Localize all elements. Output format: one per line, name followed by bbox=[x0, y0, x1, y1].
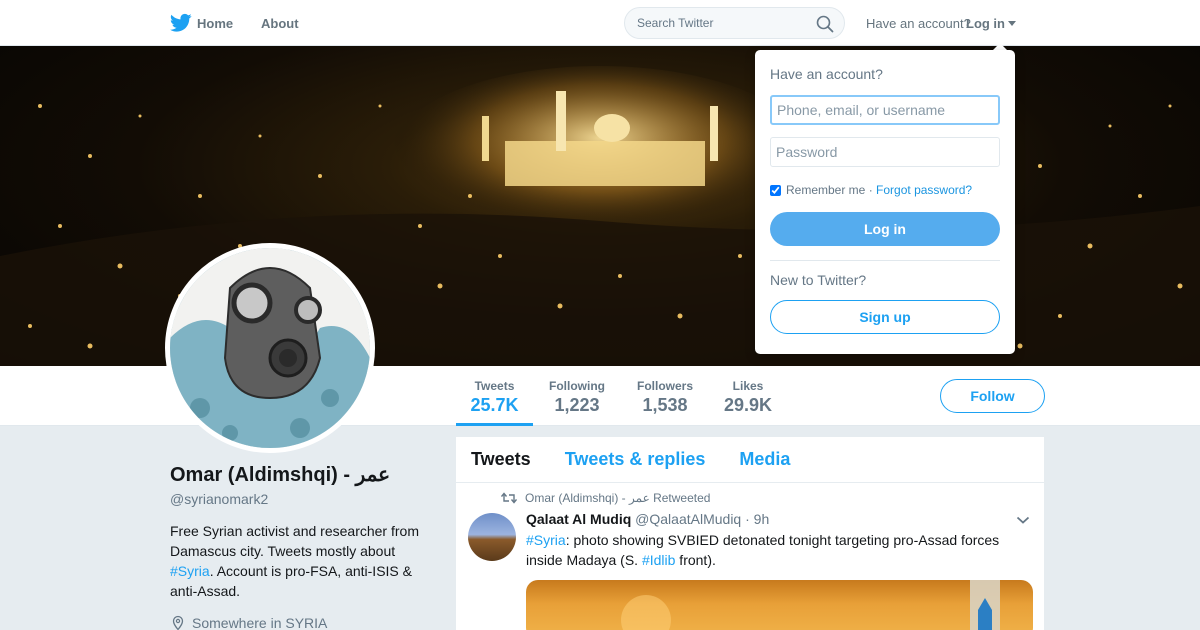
caret-down-icon bbox=[1008, 20, 1016, 26]
profile-bio: Free Syrian activist and researcher from… bbox=[170, 521, 440, 601]
login-dropdown-toggle[interactable]: Log in bbox=[966, 0, 1016, 46]
nav-home-link[interactable]: Home bbox=[197, 0, 233, 46]
search-placeholder: Search Twitter bbox=[637, 16, 714, 30]
follow-button[interactable]: Follow bbox=[940, 379, 1045, 413]
login-toggle-label: Log in bbox=[966, 15, 1005, 31]
tweet-timestamp[interactable]: 9h bbox=[754, 511, 770, 527]
search-box[interactable]: Search Twitter bbox=[624, 7, 845, 39]
search-icon[interactable] bbox=[816, 15, 834, 33]
tweet-photo-thumbnail bbox=[621, 580, 1000, 630]
stat-tweets[interactable]: Tweets 25.7K bbox=[456, 366, 533, 426]
remember-me-label[interactable]: Remember me bbox=[786, 183, 865, 197]
dropdown-divider bbox=[770, 260, 1000, 261]
retweeted-by-text[interactable]: Omar (Aldimshqi) - عمر Retweeted bbox=[525, 491, 710, 505]
stat-likes-value: 29.9K bbox=[723, 395, 773, 415]
username-input[interactable] bbox=[770, 95, 1000, 125]
login-button[interactable]: Log in bbox=[770, 212, 1000, 246]
location-pin-icon bbox=[172, 615, 184, 630]
bio-hashtag-link[interactable]: #Syria bbox=[170, 563, 210, 579]
tweet-hashtag-syria[interactable]: #Syria bbox=[526, 532, 566, 548]
remember-me-checkbox[interactable] bbox=[770, 184, 781, 196]
tab-tweets-and-replies[interactable]: Tweets & replies bbox=[565, 449, 706, 470]
password-input[interactable] bbox=[770, 137, 1000, 167]
tweet-author-name[interactable]: Qalaat Al Mudiq bbox=[526, 511, 631, 527]
tweet-separator: · bbox=[745, 511, 750, 527]
stat-likes[interactable]: Likes 29.9K bbox=[718, 366, 778, 426]
nav-about-link[interactable]: About bbox=[261, 0, 299, 46]
twitter-bird-icon[interactable] bbox=[170, 13, 192, 33]
tab-media[interactable]: Media bbox=[739, 449, 790, 470]
profile-avatar[interactable] bbox=[165, 243, 375, 453]
new-to-twitter-label: New to Twitter? bbox=[770, 272, 867, 288]
tweet-media-image[interactable] bbox=[526, 580, 1033, 630]
dropdown-title: Have an account? bbox=[770, 66, 883, 82]
tweet-text-end: front). bbox=[675, 552, 716, 568]
stat-likes-label: Likes bbox=[732, 379, 764, 393]
tweet-author-handle[interactable]: @QalaatAlMudiq bbox=[635, 511, 741, 527]
stat-followers-label: Followers bbox=[636, 379, 693, 393]
tweet-header: Qalaat Al Mudiq @QalaatAlMudiq · 9h bbox=[526, 511, 769, 527]
top-navigation-bar: Home About Search Twitter Have an accoun… bbox=[0, 0, 1200, 46]
tweet-text: #Syria: photo showing SVBIED detonated t… bbox=[526, 530, 1006, 570]
timeline-tabs: Tweets Tweets & replies Media bbox=[456, 437, 1044, 483]
chevron-down-icon[interactable] bbox=[1016, 515, 1030, 525]
bio-text-start: Free Syrian activist and researcher from… bbox=[170, 523, 419, 559]
remember-me-row: Remember me · Forgot password? bbox=[770, 183, 972, 197]
retweet-context: Omar (Aldimshqi) - عمر Retweeted bbox=[501, 491, 710, 505]
stat-tweets-value: 25.7K bbox=[470, 395, 519, 415]
stat-followers[interactable]: Followers 1,538 bbox=[630, 366, 700, 426]
retweet-icon bbox=[501, 492, 517, 504]
stat-following[interactable]: Following 1,223 bbox=[542, 366, 612, 426]
remember-separator: · bbox=[868, 183, 873, 197]
forgot-password-link[interactable]: Forgot password? bbox=[876, 183, 972, 197]
location-text: Somewhere in SYRIA bbox=[192, 615, 328, 630]
profile-fullname: Omar (Aldimshqi) - عمر bbox=[170, 464, 391, 486]
tab-tweets[interactable]: Tweets bbox=[471, 449, 531, 470]
stat-tweets-label: Tweets bbox=[474, 379, 515, 393]
timeline-panel: Tweets Tweets & replies Media Omar (Aldi… bbox=[456, 437, 1044, 630]
have-account-label: Have an account? bbox=[866, 15, 971, 31]
tweet-text-middle: : photo showing SVBIED detonated tonight… bbox=[526, 532, 1000, 568]
profile-location: Somewhere in SYRIA bbox=[170, 615, 327, 630]
tweet-hashtag-idlib[interactable]: #Idlib bbox=[642, 552, 675, 568]
stat-followers-value: 1,538 bbox=[642, 395, 688, 415]
stat-following-value: 1,223 bbox=[554, 395, 600, 415]
login-dropdown: Have an account? Remember me · Forgot pa… bbox=[755, 50, 1015, 354]
profile-username[interactable]: @syrianomark2 bbox=[170, 491, 268, 507]
tweet-author-avatar[interactable] bbox=[468, 513, 516, 561]
gas-mask-avatar-image bbox=[170, 248, 370, 448]
signup-button[interactable]: Sign up bbox=[770, 300, 1000, 334]
stat-following-label: Following bbox=[549, 379, 605, 393]
